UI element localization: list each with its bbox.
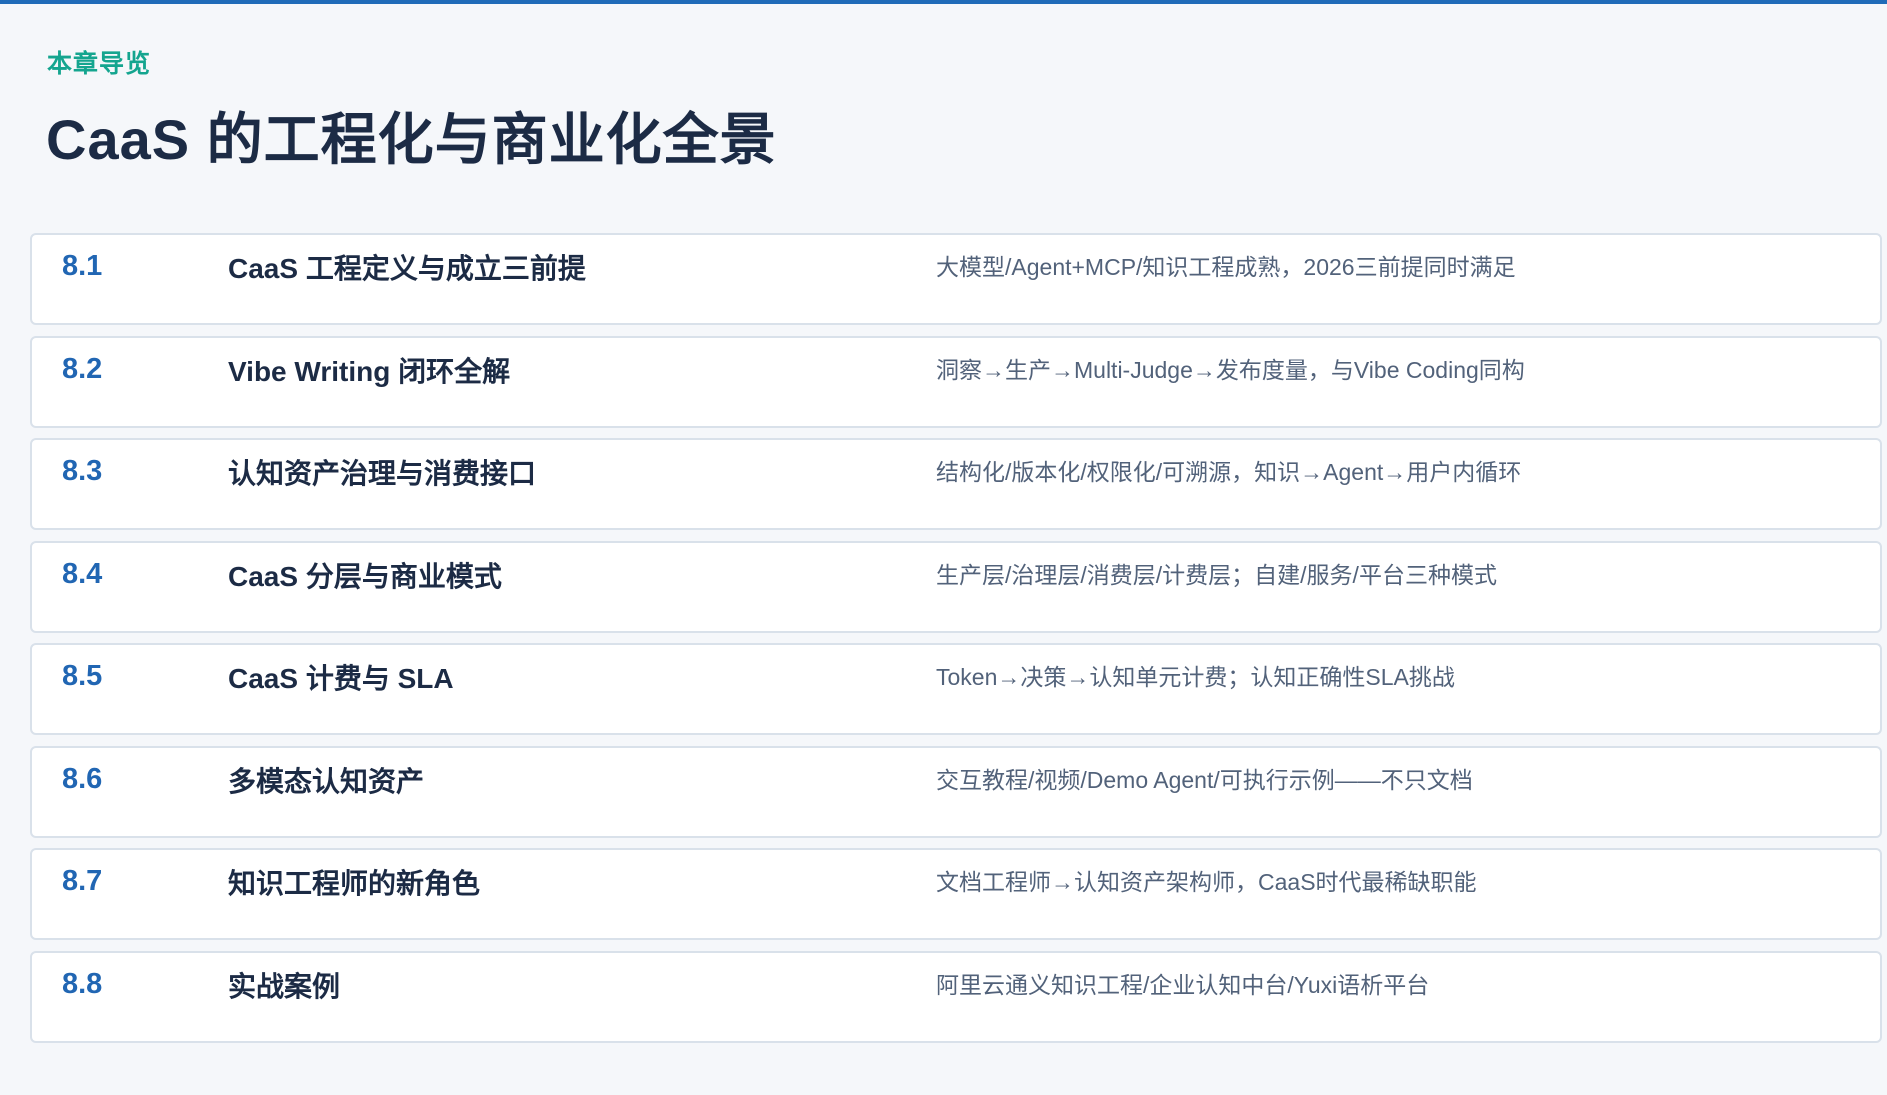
section-number: 8.6 [62,762,103,795]
toc-row-8-6[interactable]: 8.6 多模态认知资产 交互教程/视频/Demo Agent/可执行示例——不只… [30,745,1882,838]
section-number: 8.1 [62,250,103,282]
section-description: 生产层/治理层/消费层/计费层；自建/服务/平台三种模式 [936,561,1497,588]
section-description: 阿里云通义知识工程/企业认知中台/Yuxi语析平台 [936,971,1430,998]
section-number: 8.3 [62,455,103,487]
section-description: 交互教程/视频/Demo Agent/可执行示例——不只文档 [936,766,1473,793]
toc-row-8-4[interactable]: 8.4 CaaS 分层与商业模式 生产层/治理层/消费层/计费层；自建/服务/平… [30,540,1882,633]
section-number: 8.2 [62,352,103,385]
section-description: 洞察→生产→Multi-Judge→发布度量，与Vibe Coding同构 [936,356,1525,383]
section-number: 8.7 [62,865,103,897]
section-description: 结构化/版本化/权限化/可溯源，知识→Agent→用户内循环 [936,459,1522,485]
section-description: 大模型/Agent+MCP/知识工程成熟，2026三前提同时满足 [936,254,1516,280]
top-accent-rule [0,0,1887,4]
table-of-contents: 8.1 CaaS 工程定义与成立三前提 大模型/Agent+MCP/知识工程成熟… [30,233,1882,1053]
section-title: CaaS 计费与 SLA [228,663,454,694]
section-number: 8.4 [62,557,103,590]
section-title: Vibe Writing 闭环全解 [228,355,511,387]
section-description: Token→决策→认知单元计费；认知正确性SLA挑战 [936,664,1455,690]
section-description: 文档工程师→认知资产架构师，CaaS时代最稀缺职能 [936,869,1477,895]
toc-row-8-2[interactable]: 8.2 Vibe Writing 闭环全解 洞察→生产→Multi-Judge→… [30,335,1882,428]
section-title: CaaS 工程定义与成立三前提 [228,253,586,284]
toc-row-8-3[interactable]: 8.3 认知资产治理与消费接口 结构化/版本化/权限化/可溯源，知识→Agent… [30,438,1882,530]
section-title: 多模态认知资产 [228,765,425,797]
toc-row-8-5[interactable]: 8.5 CaaS 计费与 SLA Token→决策→认知单元计费；认知正确性SL… [30,643,1882,735]
section-title: 实战案例 [228,970,341,1002]
toc-row-8-7[interactable]: 8.7 知识工程师的新角色 文档工程师→认知资产架构师，CaaS时代最稀缺职能 [30,848,1882,940]
section-number: 8.5 [62,660,103,692]
page-title: CaaS 的工程化与商业化全景 [46,108,777,171]
section-title: 认知资产治理与消费接口 [228,458,537,489]
section-eyebrow: 本章导览 [47,50,152,78]
toc-row-8-8[interactable]: 8.8 实战案例 阿里云通义知识工程/企业认知中台/Yuxi语析平台 [30,950,1882,1043]
section-number: 8.8 [62,967,103,1000]
section-title: 知识工程师的新角色 [228,868,481,899]
section-title: CaaS 分层与商业模式 [228,560,502,592]
toc-row-8-1[interactable]: 8.1 CaaS 工程定义与成立三前提 大模型/Agent+MCP/知识工程成熟… [30,233,1882,325]
